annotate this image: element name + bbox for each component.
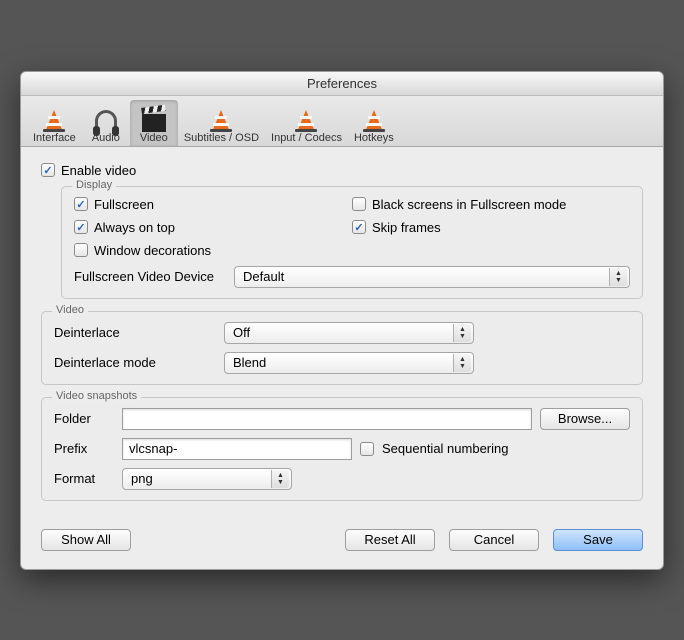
tab-hotkeys[interactable]: Hotkeys	[348, 100, 400, 146]
always-on-top-label: Always on top	[94, 220, 175, 235]
show-all-button[interactable]: Show All	[41, 529, 131, 551]
cone-icon	[292, 104, 320, 132]
video-legend: Video	[52, 304, 88, 316]
sequential-label: Sequential numbering	[382, 441, 508, 456]
tab-video[interactable]: Video	[130, 100, 178, 146]
folder-label: Folder	[54, 411, 114, 426]
always-on-top-checkbox[interactable]	[74, 220, 88, 234]
tab-interface[interactable]: Interface	[27, 100, 82, 146]
window-title: Preferences	[307, 76, 377, 91]
select-arrows-icon: ▲▼	[609, 268, 627, 286]
prefix-value: vlcsnap-	[129, 441, 177, 456]
cancel-button[interactable]: Cancel	[449, 529, 539, 551]
skip-frames-label: Skip frames	[372, 220, 441, 235]
tab-label: Hotkeys	[354, 132, 394, 144]
browse-button[interactable]: Browse...	[540, 408, 630, 430]
format-label: Format	[54, 471, 114, 486]
save-button[interactable]: Save	[553, 529, 643, 551]
tab-label: Interface	[33, 132, 76, 144]
select-arrows-icon: ▲▼	[453, 354, 471, 372]
preferences-window: Preferences Interface Audio Video Subtit…	[20, 71, 664, 570]
deinterlace-value: Off	[233, 325, 250, 340]
skip-frames-checkbox[interactable]	[352, 220, 366, 234]
content-area: Enable video Display Fullscreen Black sc…	[21, 147, 663, 521]
window-decorations-label: Window decorations	[94, 243, 211, 258]
enable-video-label: Enable video	[61, 163, 136, 178]
enable-video-row: Enable video	[41, 163, 643, 178]
deinterlace-select[interactable]: Off ▲▼	[224, 322, 474, 344]
reset-all-button[interactable]: Reset All	[345, 529, 435, 551]
clapperboard-icon	[140, 104, 168, 132]
tab-label: Subtitles / OSD	[184, 132, 259, 144]
format-value: png	[131, 471, 153, 486]
display-group: Display Fullscreen Black screens in Full…	[61, 186, 643, 299]
black-screens-label: Black screens in Fullscreen mode	[372, 197, 566, 212]
footer: Show All Reset All Cancel Save	[21, 521, 663, 569]
fullscreen-device-value: Default	[243, 269, 284, 284]
folder-input[interactable]	[122, 408, 532, 430]
enable-video-checkbox[interactable]	[41, 163, 55, 177]
tab-label: Input / Codecs	[271, 132, 342, 144]
tab-audio[interactable]: Audio	[82, 100, 130, 146]
snapshots-group: Video snapshots Folder Browse... Prefix …	[41, 397, 643, 501]
snapshots-legend: Video snapshots	[52, 390, 141, 402]
video-group: Video Deinterlace Off ▲▼ Deinterlace mod…	[41, 311, 643, 385]
cone-icon	[360, 104, 388, 132]
black-screens-checkbox[interactable]	[352, 197, 366, 211]
tab-label: Video	[140, 132, 168, 144]
select-arrows-icon: ▲▼	[271, 470, 289, 488]
display-legend: Display	[72, 179, 116, 191]
fullscreen-checkbox[interactable]	[74, 197, 88, 211]
window-titlebar: Preferences	[21, 72, 663, 96]
fullscreen-label: Fullscreen	[94, 197, 154, 212]
fullscreen-device-label: Fullscreen Video Device	[74, 269, 234, 284]
cone-icon	[40, 104, 68, 132]
select-arrows-icon: ▲▼	[453, 324, 471, 342]
deinterlace-mode-label: Deinterlace mode	[54, 355, 224, 370]
prefix-input[interactable]: vlcsnap-	[122, 438, 352, 460]
tab-input-codecs[interactable]: Input / Codecs	[265, 100, 348, 146]
deinterlace-label: Deinterlace	[54, 325, 224, 340]
deinterlace-mode-value: Blend	[233, 355, 266, 370]
cone-icon	[207, 104, 235, 132]
deinterlace-mode-select[interactable]: Blend ▲▼	[224, 352, 474, 374]
headphones-icon	[92, 104, 120, 132]
window-decorations-checkbox[interactable]	[74, 243, 88, 257]
format-select[interactable]: png ▲▼	[122, 468, 292, 490]
prefix-label: Prefix	[54, 441, 114, 456]
fullscreen-device-select[interactable]: Default ▲▼	[234, 266, 630, 288]
toolbar: Interface Audio Video Subtitles / OSD In…	[21, 96, 663, 147]
tab-subtitles-osd[interactable]: Subtitles / OSD	[178, 100, 265, 146]
sequential-checkbox[interactable]	[360, 442, 374, 456]
